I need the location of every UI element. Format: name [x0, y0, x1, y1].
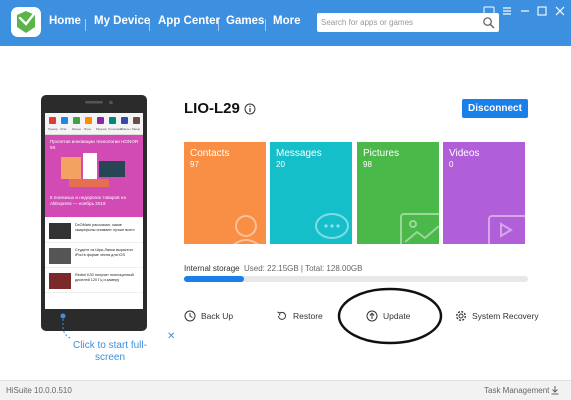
nav-active-indicator [60, 47, 64, 51]
videos-tile[interactable]: Videos 0 [443, 142, 525, 244]
backup-icon [184, 310, 196, 322]
app-label: Музыка [96, 127, 107, 131]
phone-mirror[interactable]: Трекер Chat Иконы Игры Музыка Голосовой … [41, 95, 147, 331]
fullscreen-pointer-icon [60, 313, 73, 340]
storage-bar-fill [184, 276, 244, 282]
app-icon [73, 117, 80, 124]
device-name: LIO-L29 [184, 100, 240, 117]
restore-button[interactable]: Restore [276, 308, 336, 326]
system-recovery-label: System Recovery [472, 311, 539, 321]
message-icon [315, 213, 349, 239]
update-button[interactable]: Update [366, 308, 426, 326]
nav-app-center[interactable]: App Center [158, 15, 220, 27]
messages-tile[interactable]: Messages 20 [270, 142, 352, 244]
feedback-icon[interactable] [482, 4, 496, 18]
screen-app-bar: Трекер Chat Иконы Игры Музыка Голосовой … [45, 113, 143, 135]
close-hint-icon[interactable]: ✕ [167, 331, 175, 342]
app-label: Трекер [48, 127, 58, 131]
restore-icon [277, 311, 286, 320]
update-label: Update [383, 311, 411, 321]
app-icon [97, 117, 104, 124]
nav-more[interactable]: More [273, 15, 300, 27]
news-headline: Redmi K30 получит полноценный дисплей 12… [75, 273, 134, 282]
maximize-icon[interactable] [535, 4, 549, 18]
tile-count: 98 [363, 160, 372, 169]
app-label: Игры [84, 127, 92, 131]
title-bar: Home My Device App Center Games More [0, 0, 571, 51]
update-icon [366, 310, 378, 322]
news-headline: Студент из Шри-Ланки вырастил iPod в фор… [75, 248, 133, 257]
info-icon[interactable] [244, 103, 256, 115]
nav-my-device[interactable]: My Device [94, 15, 150, 27]
search-box [317, 13, 499, 32]
app-icon [109, 117, 116, 124]
tile-label: Videos [449, 148, 480, 159]
tile-label: Pictures [363, 148, 400, 159]
phone-status-area [85, 100, 113, 105]
app-label: Chat [60, 127, 67, 131]
backup-button[interactable]: Back Up [184, 308, 244, 326]
news-headline: DxOMark рассказал, какие смартфоны снима… [75, 223, 135, 232]
nav-games[interactable]: Games [226, 15, 264, 27]
backup-label: Back Up [201, 311, 234, 321]
video-icon [488, 215, 525, 244]
fullscreen-hint[interactable]: Click to start full-screen [67, 340, 153, 364]
app-icon [121, 117, 128, 124]
app-label: Ответы [120, 127, 131, 131]
app-icon [61, 117, 68, 124]
disconnect-button[interactable]: Disconnect [462, 99, 528, 118]
promo-headline: Пролетая инновации технологии HONOR 9X [50, 139, 139, 150]
promo-caption: 5 полезных и недорогих товаров на AliExp… [50, 195, 126, 206]
restore-label: Restore [293, 311, 323, 321]
app-icon [133, 117, 140, 124]
tile-count: 97 [190, 160, 199, 169]
pictures-tile[interactable]: Pictures 98 [357, 142, 439, 244]
news-item: Студент из Шри-Ланки вырастил iPod в фор… [45, 244, 143, 268]
nav-divider [85, 19, 86, 31]
storage-label: Internal storage [184, 264, 240, 273]
gear-icon [455, 310, 467, 322]
news-thumbnail [49, 273, 71, 289]
tile-count: 0 [449, 160, 454, 169]
contacts-tile[interactable]: Contacts 97 [184, 142, 266, 244]
status-bar: HiSuite 10.0.0.510 Task Management [0, 380, 571, 400]
storage-detail: Used: 22.15GB | Total: 128.00GB [244, 264, 363, 273]
nav-games-indicator [238, 47, 242, 51]
app-version: HiSuite 10.0.0.510 [6, 386, 72, 395]
tile-label: Contacts [190, 148, 230, 159]
app-icon [49, 117, 56, 124]
app-label: Иконы [72, 127, 81, 131]
contact-icon [233, 215, 259, 244]
app-label: Меню [132, 127, 141, 131]
system-recovery-button[interactable]: System Recovery [455, 308, 539, 326]
news-item: DxOMark рассказал, какие смартфоны снима… [45, 219, 143, 243]
nav-divider [149, 19, 150, 31]
app-icon [85, 117, 92, 124]
phone-control-bar [54, 297, 132, 309]
storage-bar [184, 276, 528, 282]
nav-divider [265, 19, 266, 31]
search-input[interactable] [321, 15, 473, 30]
task-management-link[interactable]: Task Management [484, 386, 549, 395]
phone-screen[interactable]: Трекер Chat Иконы Игры Музыка Голосовой … [45, 113, 143, 309]
tile-count: 20 [276, 160, 285, 169]
menu-icon[interactable] [500, 4, 514, 18]
nav-divider [218, 19, 219, 31]
news-thumbnail [49, 248, 71, 264]
news-item: Redmi K30 получит полноценный дисплей 12… [45, 269, 143, 293]
tile-label: Messages [276, 148, 322, 159]
minimize-icon[interactable] [518, 4, 532, 18]
close-icon[interactable] [553, 4, 567, 18]
hisuite-logo [11, 7, 41, 37]
download-icon[interactable] [550, 385, 560, 395]
news-thumbnail [49, 223, 71, 239]
screen-promo-banner: Пролетая инновации технологии HONOR 9X 5… [45, 135, 143, 217]
picture-icon [400, 213, 439, 244]
nav-home[interactable]: Home [49, 15, 81, 27]
promo-products-image [61, 153, 125, 187]
